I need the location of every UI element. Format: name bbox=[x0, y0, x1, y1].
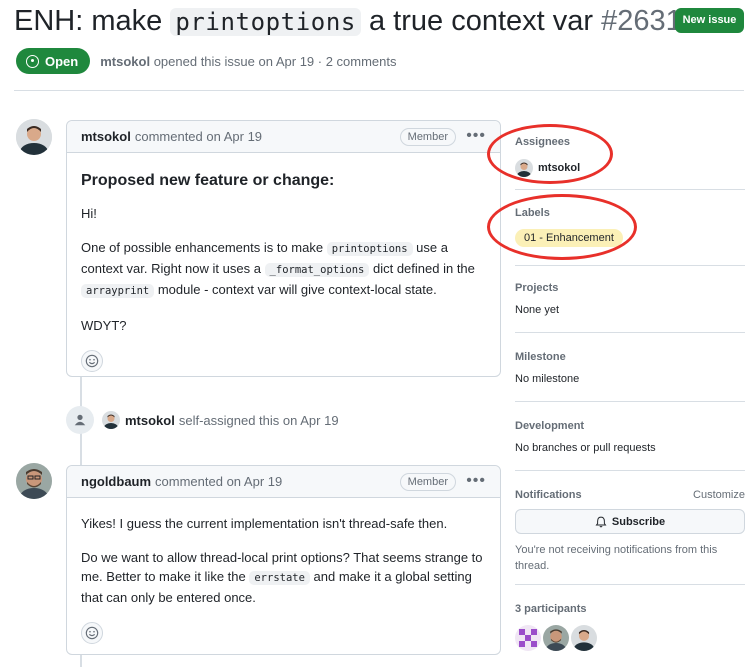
projects-title[interactable]: Projects bbox=[515, 282, 745, 294]
title-code: printoptions bbox=[170, 8, 361, 36]
participant-avatar[interactable] bbox=[515, 625, 541, 651]
title-suffix: a true context var bbox=[360, 5, 602, 37]
milestone-section: Milestone No milestone bbox=[515, 351, 745, 385]
comment-card: ngoldbaum commented on Apr 19 Member •••… bbox=[66, 465, 501, 655]
event-actor[interactable]: mtsokol bbox=[125, 413, 175, 428]
comment-paragraph: WDYT? bbox=[81, 318, 127, 333]
labels-section: Labels 01 - Enhancement bbox=[515, 207, 745, 247]
participants-title: 3 participants bbox=[515, 603, 587, 615]
labels-title[interactable]: Labels bbox=[515, 207, 745, 219]
smiley-icon bbox=[85, 626, 99, 640]
comment-header: mtsokol commented on Apr 19 Member ••• bbox=[67, 121, 500, 153]
participant-avatar[interactable] bbox=[543, 625, 569, 651]
comment-body: Yikes! I guess the current implementatio… bbox=[67, 498, 500, 654]
issue-meta: mtsokol opened this issue on Apr 19 · 2 … bbox=[100, 54, 396, 69]
comment-author[interactable]: mtsokol bbox=[81, 129, 131, 144]
kebab-menu-icon[interactable]: ••• bbox=[466, 473, 486, 489]
opened-text: opened this issue on Apr 19 · 2 comments bbox=[153, 53, 397, 69]
avatar-mtsokol-small[interactable] bbox=[102, 411, 120, 429]
assignees-section: Assignees mtsokol bbox=[515, 136, 745, 177]
issue-open-icon bbox=[26, 54, 39, 68]
comment-body: Proposed new feature or change: Hi! One … bbox=[67, 153, 500, 382]
participants-list bbox=[515, 625, 745, 651]
label-pill[interactable]: 01 - Enhancement bbox=[515, 229, 623, 247]
comment-heading: Proposed new feature or change: bbox=[81, 172, 335, 189]
comment-author[interactable]: ngoldbaum bbox=[81, 474, 151, 489]
issue-status-row: Open mtsokol opened this issue on Apr 19… bbox=[16, 48, 397, 74]
add-reaction-button[interactable] bbox=[81, 350, 103, 372]
projects-value: None yet bbox=[515, 304, 560, 316]
assignee-name: mtsokol bbox=[538, 162, 581, 174]
add-reaction-button[interactable] bbox=[81, 622, 103, 644]
sidebar-divider bbox=[515, 584, 745, 585]
open-status-badge: Open bbox=[16, 48, 91, 74]
customize-link[interactable]: Customize bbox=[693, 489, 745, 501]
inline-code: errstate bbox=[249, 571, 310, 585]
text-run: module - context var will give context-l… bbox=[154, 282, 437, 297]
smiley-icon bbox=[85, 354, 99, 368]
assignee-avatar bbox=[515, 159, 533, 177]
title-prefix: ENH: make bbox=[14, 5, 171, 37]
member-badge: Member bbox=[399, 128, 456, 146]
person-icon bbox=[66, 406, 94, 434]
avatar-ngoldbaum[interactable] bbox=[16, 463, 52, 499]
development-value: No branches or pull requests bbox=[515, 442, 656, 454]
header-divider bbox=[14, 90, 744, 91]
subscribe-button[interactable]: Subscribe bbox=[515, 509, 745, 534]
assignee-item[interactable]: mtsokol bbox=[515, 159, 745, 177]
participants-section: 3 participants bbox=[515, 603, 745, 651]
member-badge: Member bbox=[399, 473, 456, 491]
subscribe-label: Subscribe bbox=[611, 515, 666, 528]
issue-author-link[interactable]: mtsokol bbox=[100, 54, 150, 69]
development-title[interactable]: Development bbox=[515, 420, 745, 432]
comment-card: mtsokol commented on Apr 19 Member ••• P… bbox=[66, 120, 501, 377]
avatar-mtsokol-image bbox=[16, 119, 52, 155]
development-section: Development No branches or pull requests bbox=[515, 420, 745, 454]
comment-paragraph: Hi! bbox=[81, 206, 97, 221]
new-issue-button[interactable]: New issue bbox=[675, 8, 744, 33]
bell-icon bbox=[595, 516, 607, 527]
avatar-ngoldbaum-image bbox=[16, 463, 52, 499]
timeline-event: mtsokol self-assigned this on Apr 19 bbox=[66, 406, 339, 434]
milestone-value: No milestone bbox=[515, 373, 580, 385]
issue-title: ENH: make printoptions a true context va… bbox=[14, 5, 698, 37]
milestone-title[interactable]: Milestone bbox=[515, 351, 745, 363]
comment-paragraph: Do we want to allow thread-local print o… bbox=[81, 548, 486, 607]
notification-status-text: You're not receiving notifications from … bbox=[515, 544, 718, 572]
sidebar-divider bbox=[515, 401, 745, 402]
comment-header: ngoldbaum commented on Apr 19 Member ••• bbox=[67, 466, 500, 498]
text-run: dict defined in the bbox=[369, 261, 475, 276]
avatar-mtsokol[interactable] bbox=[16, 119, 52, 155]
comment-paragraph: One of possible enhancements is to make … bbox=[81, 238, 486, 301]
projects-section: Projects None yet bbox=[515, 282, 745, 316]
inline-code: _format_options bbox=[264, 263, 370, 277]
sidebar-divider bbox=[515, 332, 745, 333]
sidebar-divider bbox=[515, 265, 745, 266]
sidebar-divider bbox=[515, 189, 745, 190]
comment-meta[interactable]: commented on Apr 19 bbox=[135, 129, 262, 144]
comment-meta[interactable]: commented on Apr 19 bbox=[155, 474, 282, 489]
status-label: Open bbox=[45, 53, 79, 69]
participant-avatar[interactable] bbox=[571, 625, 597, 651]
inline-code: printoptions bbox=[326, 242, 413, 256]
assignees-title[interactable]: Assignees bbox=[515, 136, 745, 148]
text-run: One of possible enhancements is to make bbox=[81, 240, 327, 255]
inline-code: arrayprint bbox=[81, 284, 155, 298]
event-text: self-assigned this on Apr 19 bbox=[178, 412, 339, 428]
notifications-section: Notifications Customize Subscribe You're… bbox=[515, 489, 745, 574]
sidebar-divider bbox=[515, 470, 745, 471]
kebab-menu-icon[interactable]: ••• bbox=[466, 128, 486, 144]
comment-paragraph: Yikes! I guess the current implementatio… bbox=[81, 516, 448, 531]
issue-title-row: ENH: make printoptions a true context va… bbox=[14, 2, 756, 42]
